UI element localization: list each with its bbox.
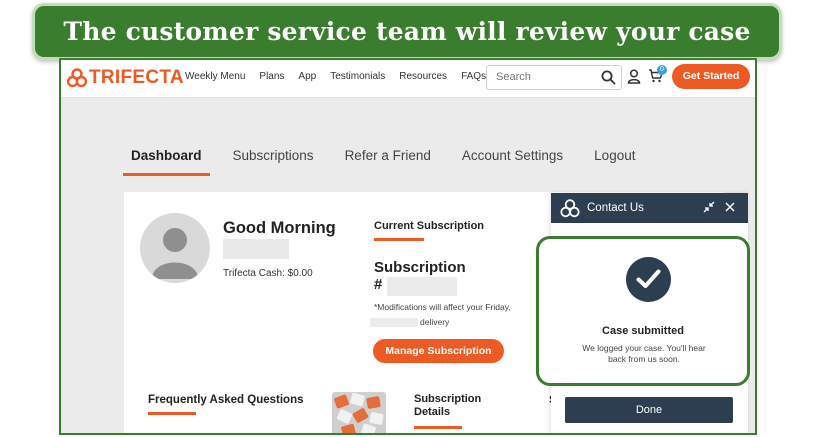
- nav-testimonials[interactable]: Testimonials: [330, 71, 385, 82]
- close-icon[interactable]: [724, 201, 736, 213]
- user-icon[interactable]: [627, 69, 641, 84]
- greeting-heading: Good Morning: [223, 219, 336, 237]
- nav-links: Weekly Menu Plans App Testimonials Resou…: [185, 71, 500, 82]
- trifecta-logo-icon: [560, 199, 580, 218]
- tab-account-settings[interactable]: Account Settings: [454, 148, 571, 174]
- search-box: [486, 65, 622, 90]
- faq-heading: Frequently Asked Questions: [148, 394, 304, 406]
- brand-logo[interactable]: TRIFECTA: [67, 67, 184, 89]
- current-subscription-heading: Current Subscription: [374, 220, 485, 232]
- avatar: [140, 213, 210, 283]
- minimize-icon[interactable]: [703, 201, 715, 213]
- details-underline: [414, 426, 462, 429]
- done-button[interactable]: Done: [565, 397, 733, 423]
- trifecta-cash-balance: Trifecta Cash: $0.00: [223, 268, 313, 279]
- case-submitted-card: Case submitted We logged your case. You'…: [536, 236, 750, 386]
- manage-subscription-button[interactable]: Manage Subscription: [373, 339, 504, 363]
- case-submitted-message: We logged your case. You'll hear back fr…: [582, 343, 706, 364]
- redacted-subscription-number: [387, 277, 457, 296]
- nav-app[interactable]: App: [298, 71, 316, 82]
- brand-name: TRIFECTA: [89, 67, 184, 88]
- avatar-placeholder-icon: [152, 228, 198, 279]
- redacted-user-name: [223, 239, 289, 259]
- subscription-number-prefix: #: [374, 276, 383, 293]
- redacted-delivery-date: [370, 318, 418, 327]
- search-icon[interactable]: [601, 70, 616, 85]
- case-submitted-title: Case submitted: [602, 325, 684, 337]
- trifecta-logo-icon: [67, 68, 87, 88]
- checkmark-icon: [626, 257, 671, 302]
- dashboard-tabs: Dashboard Subscriptions Refer a Friend A…: [123, 148, 658, 176]
- tab-dashboard[interactable]: Dashboard: [123, 148, 210, 176]
- search-input[interactable]: [496, 71, 596, 83]
- tab-logout[interactable]: Logout: [586, 148, 643, 174]
- delivery-label: delivery: [420, 317, 450, 327]
- subscription-label: Subscription: [374, 259, 466, 276]
- nav-weekly-menu[interactable]: Weekly Menu: [185, 71, 245, 82]
- nav-faqs[interactable]: FAQs: [461, 71, 486, 82]
- caption-text: The customer service team will review yo…: [63, 17, 751, 46]
- subscription-details-heading: Subscription Details: [414, 393, 482, 418]
- caption-banner: The customer service team will review yo…: [32, 3, 782, 60]
- tab-subscriptions[interactable]: Subscriptions: [225, 148, 322, 174]
- cart-count-badge: 0: [657, 65, 667, 75]
- faq-underline: [148, 412, 196, 415]
- nav-resources[interactable]: Resources: [399, 71, 447, 82]
- get-started-button[interactable]: Get Started: [672, 64, 750, 89]
- heading-underline: [374, 238, 424, 241]
- nav-plans[interactable]: Plans: [259, 71, 284, 82]
- contact-widget-header: Contact Us: [551, 193, 748, 223]
- top-nav: TRIFECTA Weekly Menu Plans App Testimoni…: [61, 60, 755, 98]
- meal-image: [332, 392, 386, 433]
- modification-note: *Modifications will affect your Friday,: [374, 302, 511, 312]
- contact-widget-title: Contact Us: [587, 202, 644, 214]
- tab-refer-a-friend[interactable]: Refer a Friend: [337, 148, 439, 174]
